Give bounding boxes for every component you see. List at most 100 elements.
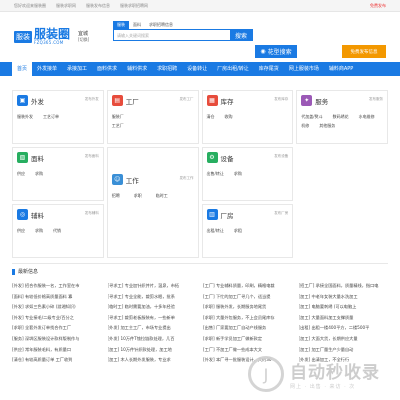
news-item[interactable]: [加工] 中老年女装大量水洗加工 <box>299 292 389 303</box>
card-link[interactable]: 供应 <box>17 228 25 234</box>
nav-item-outsource[interactable]: 外发接单 <box>32 62 62 76</box>
card-link[interactable]: 工艺订单 <box>43 114 59 120</box>
card-more-link[interactable]: 发布服务 <box>369 97 383 102</box>
logo-badge: 服装 <box>14 31 32 43</box>
card-link[interactable]: 其他服务 <box>319 123 335 129</box>
card-link[interactable]: 求购 <box>234 171 242 177</box>
nav-item-factory[interactable]: 厂房出租/转让 <box>212 62 254 76</box>
category-grid: ▣ 外发 发布外发 服装外发 工艺订单 ▤ 工厂 发布工厂 服装厂 工艺厂 ▦ 库存 发布… <box>12 90 388 258</box>
news-item[interactable]: [求职] 大量外包服务，不上会员尾库存 <box>203 313 293 324</box>
news-item[interactable]: [加工] 大面大货，长期供应大量 <box>299 334 389 345</box>
nav-item-processing[interactable]: 承接加工 <box>62 62 92 76</box>
card-more-link[interactable]: 发布辅料 <box>85 211 99 216</box>
card-link[interactable]: 机修 <box>301 123 309 129</box>
nav-item-app[interactable]: 辅料商APP <box>324 62 358 76</box>
card-link[interactable]: 求购 <box>35 228 43 234</box>
news-item[interactable]: [工厂] 专业辅料质量，印刷，精格电裁 <box>203 281 293 292</box>
news-item[interactable]: [外发] 10万件T恤拉链款处理，几百 <box>108 334 198 345</box>
publish-button[interactable]: 免费发布信息 <box>342 45 386 58</box>
top-link-0[interactable]: 您好欢迎来服装圈 <box>14 3 46 9</box>
card-fabric: ▧ 面料 发布面料 供应 求购 <box>12 147 104 201</box>
news-item[interactable]: [服务] 深圳区服装设计款样版制作与 <box>12 334 102 345</box>
card-more-link[interactable]: 发布工厂 <box>180 97 194 102</box>
nav-item-stock[interactable]: 库存尾货 <box>254 62 284 76</box>
news-item[interactable]: [外发] 招合作服装一名，工作室在市 <box>12 281 102 292</box>
news-item[interactable]: [面料] 有较低价格高质量面料 寡 <box>12 292 102 303</box>
card-link[interactable]: 供应 <box>17 171 25 177</box>
news-item[interactable]: [清仓] 有较高质量订单 工厂收到 <box>12 355 102 366</box>
news-item[interactable]: [外发] 求如三色素小碎 (游湘知识) <box>12 302 102 313</box>
card-link[interactable]: 求租 <box>234 228 242 234</box>
card-link[interactable]: 临时工 <box>156 193 168 199</box>
news-item[interactable]: [招工厂] 承接全国面料，质量精线，指口电 <box>299 281 389 292</box>
card-more-link[interactable]: 发布设备 <box>274 154 288 159</box>
card-link[interactable]: 求职 <box>134 193 142 199</box>
search-tab-fabric[interactable]: 面料 <box>129 21 145 29</box>
card-link[interactable]: 数码绣花 <box>333 114 349 120</box>
news-column: [寻求工] 专业加针织并片，温泉，市拓 [寻求工] 专业全能，裁剪水眠，批系 [临时… <box>108 281 198 366</box>
card-title: 面料 <box>31 154 44 163</box>
news-item[interactable]: [寻求工] 专业加针织并片，温泉，市拓 <box>108 281 198 292</box>
news-item[interactable]: [求职] 新手学员加工厂做新款定 <box>203 334 293 345</box>
top-link-1[interactable]: 服装求职网 <box>56 3 76 9</box>
news-item[interactable]: [求职] 全套外发订单找合作工厂 <box>12 323 102 334</box>
news-item[interactable]: [出租] 出租一楼400平方，二楼500平 <box>299 323 389 334</box>
news-item[interactable]: [工厂] 下忙的加工厂寻几个，适当提 <box>203 292 293 303</box>
card-more-link[interactable]: 发布库存 <box>274 97 288 102</box>
card-title: 辅料 <box>31 211 44 220</box>
pattern-search-button[interactable]: ◉ 花型搜索 <box>255 45 297 58</box>
news-item[interactable]: [外发] 加工主工厂，市场专业提出 <box>108 323 198 334</box>
nav-item-equipment[interactable]: 设备转让 <box>182 62 212 76</box>
card-link[interactable]: 代销 <box>53 228 61 234</box>
news-item[interactable]: [加工] 木人长期外发服装，专业求 <box>108 355 198 366</box>
news-item[interactable]: [加工] 加工厂量生产少量自动 <box>299 345 389 356</box>
card-title: 库存 <box>220 97 234 106</box>
card-link[interactable]: 招聘 <box>112 193 120 199</box>
card-more-link[interactable]: 发布厂房 <box>274 211 288 216</box>
news-item[interactable]: [求职] 服装外发，长期服务地尾货 <box>203 302 293 313</box>
card-more-link[interactable]: 发布外发 <box>85 97 99 102</box>
card-title: 外发 <box>31 97 44 106</box>
card-link[interactable]: 水电维修 <box>359 114 375 120</box>
city-selector[interactable]: 宜城 [切换] <box>78 31 89 43</box>
card-link[interactable]: 收购 <box>225 114 233 120</box>
search-button[interactable]: 搜索 <box>230 30 252 40</box>
nav-item-market[interactable]: 网上服装市场 <box>284 62 324 76</box>
news-item[interactable]: [供应] 常年服装毛料，有质量口 <box>12 345 102 356</box>
search-tab-jobs[interactable]: 求职招聘信息 <box>145 21 177 29</box>
top-link-2[interactable]: 服装发布信息 <box>86 3 110 9</box>
news-item[interactable]: [出售] 厂家要加工厂自动产线服务 <box>203 323 293 334</box>
site-logo[interactable]: 服装 服装圈 FZQ365.COM <box>14 28 70 45</box>
nav-item-fabric[interactable]: 面料供求 <box>92 62 122 76</box>
news-item[interactable]: [加工] 大量面料加工支撑质量 <box>299 313 389 324</box>
news-item[interactable]: [加工] 电脑要刺绣 (可以电脑上 <box>299 302 389 313</box>
news-column: [招工厂] 承接全国面料，质量精线，指口电 [加工] 中老年女装大量水洗加工 [加工… <box>299 281 389 366</box>
card-more-link[interactable]: 发布面料 <box>85 154 99 159</box>
card-more-link[interactable]: 发布工作 <box>180 176 194 181</box>
city-switch[interactable]: [切换] <box>78 37 89 42</box>
news-item[interactable]: [加工] 10万件针织款处理，加工地 <box>108 345 198 356</box>
card-link[interactable]: 工艺厂 <box>112 123 194 129</box>
nav-item-home[interactable]: 首页 <box>12 62 33 76</box>
card-link[interactable]: 清仓 <box>207 114 215 120</box>
card-link[interactable]: 服装厂 <box>112 114 194 120</box>
top-link-3[interactable]: 服装求职招聘网 <box>120 3 148 9</box>
top-publish-link[interactable]: 免费发布 <box>370 3 386 9</box>
news-item[interactable]: [临时工] 临时需要加油，十多年经验 <box>108 302 198 313</box>
search-tab-clothing[interactable]: 服装 <box>113 21 129 29</box>
news-item[interactable]: [外发] 专业接毛/二级专业/百分之 <box>12 313 102 324</box>
news-item[interactable]: [寻求工] 专业全能，裁剪水眠，批系 <box>108 292 198 303</box>
card-link[interactable]: 代加盖/熨斗 <box>301 114 322 120</box>
nav-item-jobs[interactable]: 求职招聘 <box>152 62 182 76</box>
news-item[interactable]: [寻求工] 裁剪老板服装有，一些新单 <box>108 313 198 324</box>
nav-item-accessories[interactable]: 辅料供求 <box>122 62 152 76</box>
search-input[interactable]: 请输入关键词搜索 <box>114 30 230 40</box>
news-item[interactable]: [工厂] 不加工厂做一些成本大文 <box>203 345 293 356</box>
person-icon: ☺ <box>111 174 123 185</box>
card-link[interactable]: 求购 <box>35 171 43 177</box>
card-plant: ▥ 厂房 发布厂房 出租/转让 求租 <box>201 204 294 258</box>
card-link[interactable]: 出租/转让 <box>207 228 224 234</box>
flag-icon <box>12 268 15 275</box>
card-link[interactable]: 服装外发 <box>17 114 33 120</box>
card-link[interactable]: 出售/转让 <box>207 171 224 177</box>
